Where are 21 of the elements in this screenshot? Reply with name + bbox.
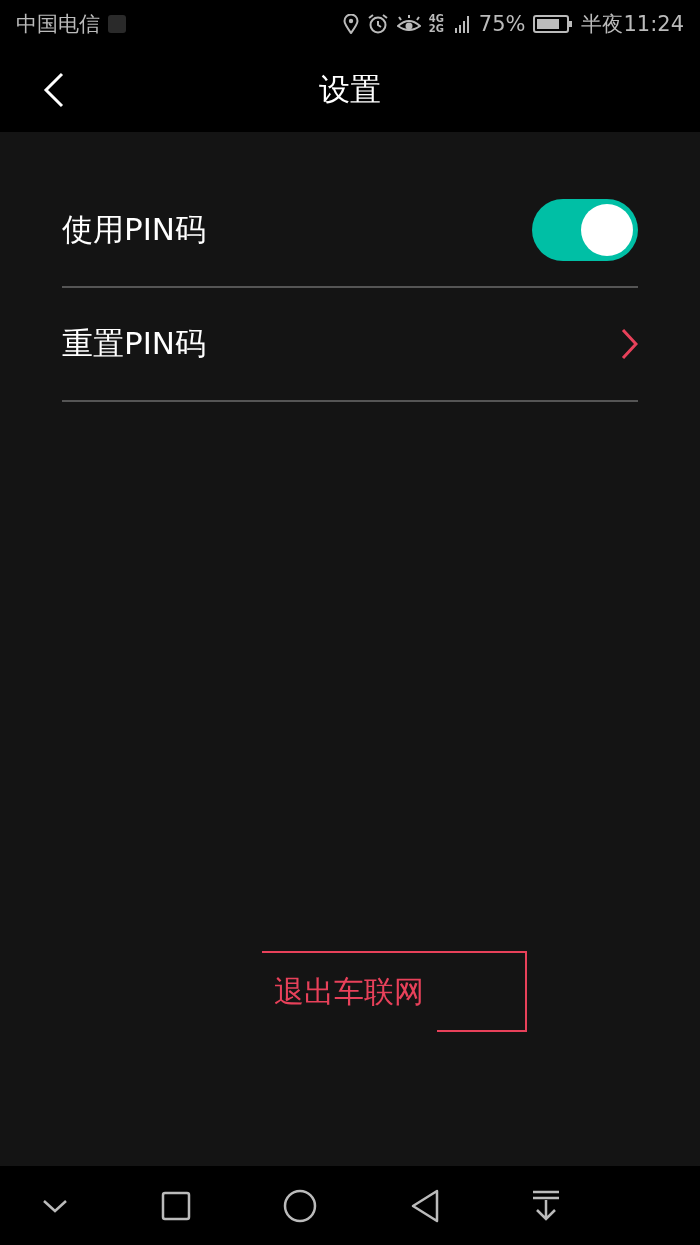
setting-label: 使用PIN码 [62,210,207,249]
battery-icon [533,14,574,34]
recents-icon[interactable] [160,1190,191,1221]
signal-icon [454,14,471,34]
setting-label: 重置PIN码 [62,324,207,363]
carrier-name: 中国电信 [16,11,100,38]
location-icon [342,14,359,34]
chevron-icon[interactable] [620,328,638,360]
network-type: 4G 2G [428,14,445,34]
back-nav-icon[interactable] [409,1188,440,1223]
battery-percent: 75% [478,12,526,36]
notification-pull-icon[interactable] [532,1189,560,1222]
alarm-icon [366,13,389,35]
eye-icon [396,14,421,34]
home-icon[interactable] [283,1188,317,1223]
clock: 半夜11:24 [581,11,684,38]
logout-button[interactable]: 退出车联网 [262,951,527,1032]
page-title: 设置 [319,70,381,109]
back-icon[interactable] [43,72,65,108]
collapse-icon[interactable] [42,1197,68,1214]
app-icon [108,15,126,33]
